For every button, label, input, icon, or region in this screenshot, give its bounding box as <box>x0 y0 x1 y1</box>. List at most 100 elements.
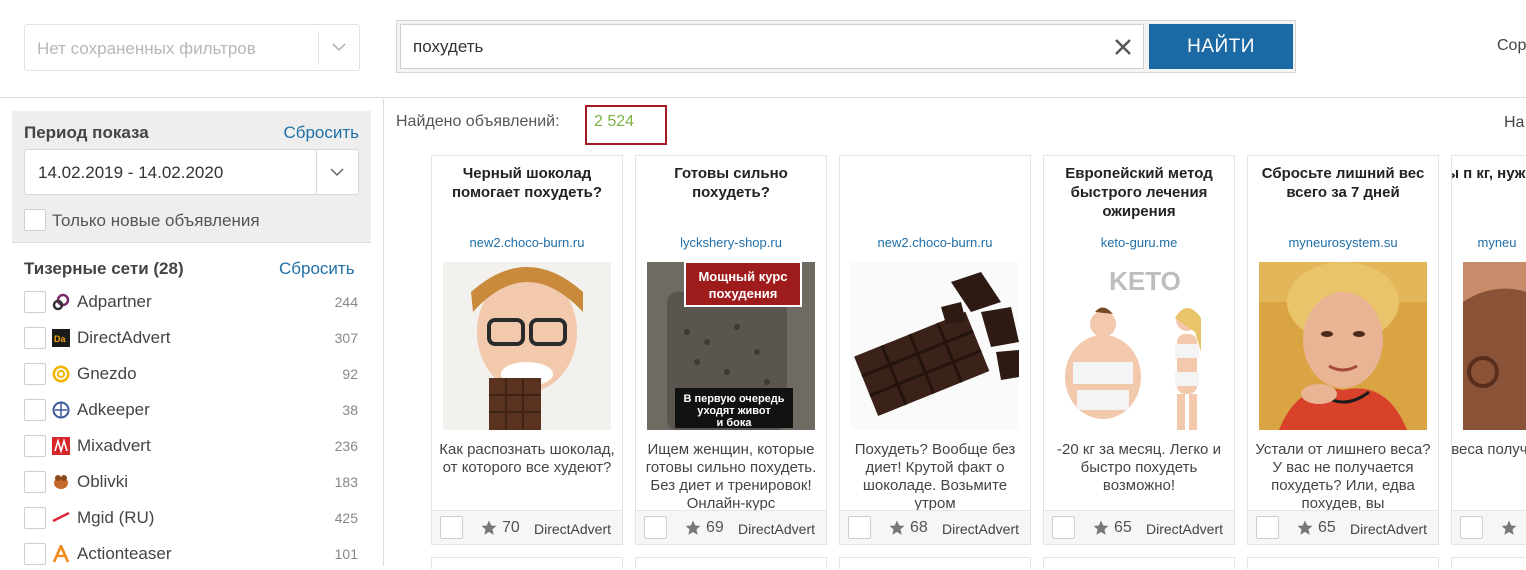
period-title: Период показа <box>24 123 149 142</box>
ad-image-text: и бока <box>717 417 753 429</box>
ad-card[interactable] <box>1043 557 1235 569</box>
ad-card[interactable] <box>839 557 1031 569</box>
network-name: Actionteaser <box>77 544 172 563</box>
network-item-mgid[interactable]: Mgid (RU) 425 <box>24 504 360 534</box>
ad-title[interactable]: Европейский метод быстрого лечения ожире… <box>1050 164 1228 221</box>
network-count: 38 <box>342 402 358 418</box>
ad-description: Как распознать шоколад, от которого все … <box>439 441 615 476</box>
ad-footer: 69 DirectAdvert <box>636 510 826 544</box>
chevron-down-icon[interactable] <box>331 39 347 55</box>
found-label: Найдено объявлений: <box>396 113 560 130</box>
ad-image[interactable]: KETO <box>1055 262 1223 430</box>
actionteaser-logo-icon <box>52 545 70 563</box>
filters-sidebar: Период показа Сбросить 14.02.2019 - 14.0… <box>0 99 384 566</box>
ad-select-checkbox[interactable] <box>1256 516 1279 539</box>
network-checkbox[interactable] <box>24 543 46 565</box>
date-range-select[interactable]: 14.02.2019 - 14.02.2020 <box>24 149 359 195</box>
ad-title[interactable]: Черный шоколад помогает похудеть? <box>438 164 616 202</box>
ad-card[interactable]: Сбросьте лишний вес всего за 7 дней myne… <box>1247 155 1439 545</box>
ad-title[interactable]: Сбросьте лишний вес всего за 7 дней <box>1254 164 1432 202</box>
ad-description: -20 кг за месяц. Легко и быстро похудеть… <box>1057 441 1221 494</box>
saved-filters-select[interactable]: Нет сохраненных фильтров <box>24 24 360 71</box>
ad-select-checkbox[interactable] <box>1460 516 1483 539</box>
close-icon[interactable] <box>1111 35 1135 59</box>
ad-domain[interactable]: myneu <box>1452 235 1526 250</box>
network-name: DirectAdvert <box>77 328 171 347</box>
network-checkbox[interactable] <box>24 435 46 457</box>
ad-image[interactable] <box>851 262 1019 430</box>
nav-label[interactable]: На <box>1504 114 1524 132</box>
network-checkbox[interactable] <box>24 507 46 529</box>
ad-card[interactable]: Европейский метод быстрого лечения ожире… <box>1043 155 1235 545</box>
network-count: 236 <box>334 438 358 454</box>
period-reset-link[interactable]: Сбросить <box>283 123 359 143</box>
oblivki-logo-icon <box>54 475 68 489</box>
ad-image-text: Мощный курс <box>698 269 787 284</box>
network-name: Adpartner <box>77 292 152 311</box>
ad-title[interactable]: Готовы сильно похудеть? <box>642 164 820 202</box>
ad-card[interactable] <box>431 557 623 569</box>
ad-select-checkbox[interactable] <box>440 516 463 539</box>
new-only-checkbox[interactable] <box>24 209 46 231</box>
ad-rating: 68 <box>910 519 928 536</box>
ad-footer: 65 DirectAdvert <box>1248 510 1438 544</box>
search-bar: НАЙТИ <box>396 20 1296 73</box>
ad-domain[interactable]: lyckshery-shop.ru <box>636 235 826 250</box>
ad-domain[interactable]: new2.choco-burn.ru <box>432 235 622 250</box>
ad-description: Ищем женщин, которые готовы сильно похуд… <box>645 441 817 510</box>
ad-select-checkbox[interactable] <box>1052 516 1075 539</box>
ad-card[interactable]: new2.choco-burn.ru Похудеть? Вообще без … <box>839 155 1031 545</box>
network-count: 425 <box>334 510 358 526</box>
sort-label[interactable]: Сор <box>1497 37 1526 55</box>
network-item-mixadvert[interactable]: Mixadvert 236 <box>24 432 360 462</box>
network-item-oblivki[interactable]: Oblivki 183 <box>24 468 360 498</box>
network-checkbox[interactable] <box>24 363 46 385</box>
ad-card[interactable]: Чтобы п кг, нуж делать myneu Устал веса … <box>1451 155 1526 545</box>
networks-reset-link[interactable]: Сбросить <box>279 259 355 279</box>
network-item-gnezdo[interactable]: Gnezdo 92 <box>24 360 360 390</box>
saved-filters-placeholder: Нет сохраненных фильтров <box>37 39 256 58</box>
search-input[interactable] <box>400 24 1144 69</box>
chevron-down-icon[interactable] <box>329 164 345 180</box>
network-checkbox[interactable] <box>24 399 46 421</box>
ad-card[interactable]: Готовы сильно похудеть? lyckshery-shop.r… <box>635 155 827 545</box>
ad-description: Устал веса получ Или, ед <box>1451 441 1526 458</box>
ad-image[interactable] <box>1259 262 1427 430</box>
ad-title[interactable]: Чтобы п кг, нуж делать <box>1452 164 1526 183</box>
svg-text:Da: Da <box>54 334 66 344</box>
ad-description: Похудеть? Вообще без диет! Крутой факт о… <box>854 441 1016 510</box>
mgid-logo-icon <box>52 511 70 523</box>
network-count: 101 <box>334 546 358 562</box>
ad-image[interactable] <box>1463 262 1526 430</box>
ad-image[interactable] <box>443 262 611 430</box>
network-checkbox[interactable] <box>24 327 46 349</box>
ad-footer: 70 DirectAdvert <box>432 510 622 544</box>
network-name: Mixadvert <box>77 436 151 455</box>
ad-select-checkbox[interactable] <box>848 516 871 539</box>
ad-card[interactable] <box>635 557 827 569</box>
ad-domain[interactable]: myneurosystem.su <box>1248 235 1438 250</box>
ad-image[interactable]: Мощный курс похудения В первую очередь у… <box>647 262 815 430</box>
network-item-adpartner[interactable]: Adpartner 244 <box>24 288 360 318</box>
network-checkbox[interactable] <box>24 291 46 313</box>
ad-card[interactable] <box>1451 557 1526 569</box>
ad-rating: 69 <box>706 519 724 536</box>
ad-select-checkbox[interactable] <box>644 516 667 539</box>
network-count: 307 <box>334 330 358 346</box>
ad-footer: 68 DirectAdvert <box>840 510 1030 544</box>
network-item-adkeeper[interactable]: Adkeeper 38 <box>24 396 360 426</box>
divider <box>12 242 371 243</box>
network-count: 244 <box>334 294 358 310</box>
ad-network: DirectAdvert <box>942 521 1020 537</box>
ad-description: Устали от лишнего веса? У вас не получае… <box>1255 441 1431 510</box>
search-button[interactable]: НАЙТИ <box>1149 24 1293 69</box>
networks-title: Тизерные сети (28) <box>24 259 184 278</box>
network-checkbox[interactable] <box>24 471 46 493</box>
ad-card[interactable]: Черный шоколад помогает похудеть? new2.c… <box>431 155 623 545</box>
network-item-directadvert[interactable]: Da DirectAdvert 307 <box>24 324 360 354</box>
ad-domain[interactable]: keto-guru.me <box>1044 235 1234 250</box>
ad-card[interactable] <box>1247 557 1439 569</box>
ad-domain[interactable]: new2.choco-burn.ru <box>840 235 1030 250</box>
ad-network: DirectAdvert <box>534 521 612 537</box>
network-name: Gnezdo <box>77 364 137 383</box>
